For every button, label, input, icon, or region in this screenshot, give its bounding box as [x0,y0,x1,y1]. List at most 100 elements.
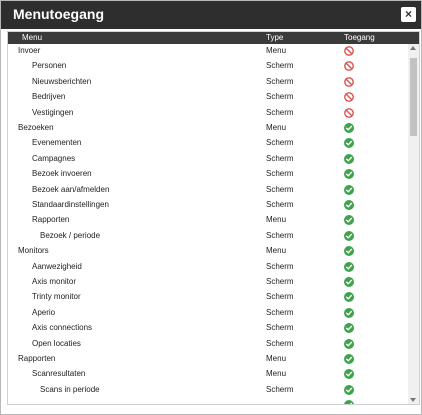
menu-name-cell: Scanresultaten [32,369,86,379]
scroll-down-icon[interactable] [410,398,416,402]
menu-name-cell: Bezoek invoeren [32,169,92,179]
menu-name-cell: Axis monitor [32,277,77,286]
menu-name-cell: Evenementen [32,138,82,148]
table-row[interactable]: Scans in periode Scherm [8,383,408,398]
close-button[interactable]: × [401,7,416,22]
type-cell: Menu [266,354,287,363]
type-cell: Scherm [266,200,294,209]
table-row[interactable]: Personen Scherm [8,59,408,74]
type-cell: Menu [266,369,287,379]
table-row[interactable]: Rapporten Menu [8,352,408,367]
no-entry-icon[interactable] [344,76,354,87]
table-row[interactable]: Standaardinstellingen Scherm [8,198,408,213]
menu-name-cell: Bezoek / periode [40,230,101,240]
check-circle-icon[interactable] [344,261,354,272]
column-header-menu[interactable]: Menu [22,33,42,42]
menu-name-cell: Invoer [18,46,41,55]
no-entry-icon[interactable] [344,92,354,103]
type-cell: Menu [266,123,287,132]
type-cell: Scherm [266,76,294,86]
type-cell: Scherm [266,277,294,286]
no-entry-icon[interactable] [344,107,354,118]
check-circle-icon[interactable] [344,369,354,380]
menu-name-cell: Bedrijven [32,92,66,102]
type-cell: Scherm [266,138,294,148]
check-circle-icon[interactable] [344,123,354,133]
check-circle-icon[interactable] [344,215,354,226]
type-cell: Scherm [266,61,294,71]
type-cell: Scherm [266,107,294,117]
type-cell: Scherm [266,230,294,240]
type-cell: Menu [266,46,287,55]
table-row[interactable] [8,398,408,404]
type-cell: Scherm [266,384,294,394]
check-circle-icon[interactable] [344,246,354,257]
type-cell: Menu [266,246,287,256]
check-circle-icon[interactable] [344,184,354,195]
table-row[interactable]: Bedrijven Scherm [8,90,408,105]
menu-name-cell: Standaardinstellingen [32,200,109,209]
menu-name-cell: Bezoeken [18,123,54,132]
check-circle-icon[interactable] [344,277,354,287]
table-row[interactable]: Bezoeken Menu [8,121,408,136]
type-cell: Scherm [266,169,294,179]
type-cell: Scherm [266,92,294,102]
menu-name-cell: Rapporten [18,354,56,363]
table-row[interactable]: Bezoek / periode Scherm [8,229,408,244]
menu-name-cell: Vestigingen [32,107,74,117]
column-header-type[interactable]: Type [266,33,283,42]
check-circle-icon[interactable] [344,323,354,334]
menu-name-cell: Rapporten [32,215,70,225]
menu-name-cell: Campagnes [32,153,76,163]
type-cell: Scherm [266,307,294,317]
check-circle-icon[interactable] [344,384,354,395]
table-row[interactable]: Campagnes Scherm [8,152,408,167]
table-row[interactable]: Bezoek aan/afmelden Scherm [8,183,408,198]
table-row[interactable]: Monitors Menu [8,244,408,259]
type-cell: Scherm [266,292,294,302]
table-row[interactable]: Invoer Menu [8,44,408,59]
menu-access-table: Menu Type Toegang Invoer Menu Personen Sche… [7,31,420,405]
table-row[interactable]: Evenementen Scherm [8,136,408,151]
table-row[interactable]: Trinty monitor Scherm [8,290,408,305]
table-row[interactable]: Nieuwsberichten Scherm [8,75,408,90]
check-circle-icon[interactable] [344,169,354,180]
table-body: Invoer Menu Personen Scherm Nieuwsberichten S… [8,44,408,404]
vertical-scrollbar[interactable] [408,44,419,404]
no-entry-icon[interactable] [344,61,354,72]
table-row[interactable]: Axis monitor Scherm [8,275,408,290]
table-row[interactable]: Open locaties Scherm [8,337,408,352]
check-circle-icon[interactable] [344,307,354,318]
menu-name-cell: Monitors [18,246,49,256]
table-row[interactable]: Bezoek invoeren Scherm [8,167,408,182]
type-cell: Scherm [266,153,294,163]
menu-name-cell: Aanwezigheid [32,261,82,271]
table-row[interactable]: Aperio Scherm [8,306,408,321]
check-circle-icon[interactable] [344,400,354,404]
table-row[interactable]: Aanwezigheid Scherm [8,260,408,275]
check-circle-icon[interactable] [344,153,354,164]
table-row[interactable]: Vestigingen Scherm [8,106,408,121]
menu-name-cell: Personen [32,61,67,71]
column-header-access[interactable]: Toegang [344,33,375,42]
menu-access-dialog: Menutoegang × Menu Type Toegang Invoer Me… [0,0,422,415]
menu-name-cell: Nieuwsberichten [32,76,92,86]
table-row[interactable]: Axis connections Scherm [8,321,408,336]
table-row[interactable]: Rapporten Menu [8,213,408,228]
check-circle-icon[interactable] [344,138,354,149]
scrollbar-thumb[interactable] [410,58,417,136]
scroll-up-icon[interactable] [410,46,416,50]
check-circle-icon[interactable] [344,292,354,303]
menu-name-cell: Bezoek aan/afmelden [32,184,110,194]
no-entry-icon[interactable] [344,46,354,56]
check-circle-icon[interactable] [344,230,354,241]
type-cell: Scherm [266,338,294,348]
check-circle-icon[interactable] [344,354,354,364]
menu-name-cell: Open locaties [32,338,81,348]
table-row[interactable]: Scanresultaten Menu [8,367,408,382]
check-circle-icon[interactable] [344,200,354,210]
menu-name-cell: Aperio [32,307,56,317]
table-header: Menu Type Toegang [8,32,419,44]
type-cell: Scherm [266,323,294,333]
check-circle-icon[interactable] [344,338,354,349]
